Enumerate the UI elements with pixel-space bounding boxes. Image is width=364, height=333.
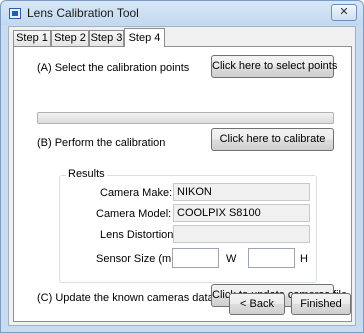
app-icon	[9, 8, 21, 19]
finished-button[interactable]: Finished	[291, 293, 351, 315]
sensor-width-input[interactable]	[172, 248, 219, 268]
title-bar[interactable]: Lens Calibration Tool ✕	[1, 1, 363, 25]
tab-step-4[interactable]: Step 4	[124, 28, 165, 47]
calibration-progress-bar	[37, 112, 334, 124]
results-title: Results	[66, 168, 107, 180]
close-button[interactable]: ✕	[331, 4, 357, 21]
calibrate-button[interactable]: Click here to calibrate	[211, 128, 334, 151]
window-title: Lens Calibration Tool	[27, 6, 139, 20]
camera-make-field: NIKON	[173, 183, 310, 201]
update-cameras-label: (C) Update the known cameras data file	[37, 292, 231, 304]
sensor-height-input[interactable]	[248, 248, 295, 268]
camera-model-label: Camera Model:	[96, 208, 172, 220]
select-points-label: (A) Select the calibration points	[37, 62, 190, 74]
close-icon: ✕	[339, 6, 349, 18]
step-4-panel: (A) Select the calibration points Click …	[13, 46, 352, 322]
tab-step-2[interactable]: Step 2	[51, 30, 89, 47]
lens-distortion-field	[173, 225, 310, 243]
select-points-button[interactable]: Click here to select points	[211, 55, 337, 78]
sensor-width-unit: W	[226, 253, 237, 265]
back-button[interactable]: < Back	[229, 293, 285, 315]
tab-step-3[interactable]: Step 3	[89, 30, 124, 47]
perform-calibration-label: (B) Perform the calibration	[37, 137, 166, 149]
camera-model-field: COOLPIX S8100	[173, 204, 310, 222]
dialog-client-area: Step 1 Step 2 Step 3 Step 4 (A) Select t…	[8, 26, 356, 326]
tab-step-1[interactable]: Step 1	[13, 30, 51, 47]
sensor-height-unit: H	[300, 253, 308, 265]
camera-make-label: Camera Make:	[100, 187, 173, 199]
results-group: Results Camera Make: NIKON Camera Model:…	[59, 168, 317, 283]
lens-distortion-label: Lens Distortion:	[100, 229, 177, 241]
app-window: Lens Calibration Tool ✕ Step 1 Step 2 St…	[0, 0, 364, 333]
